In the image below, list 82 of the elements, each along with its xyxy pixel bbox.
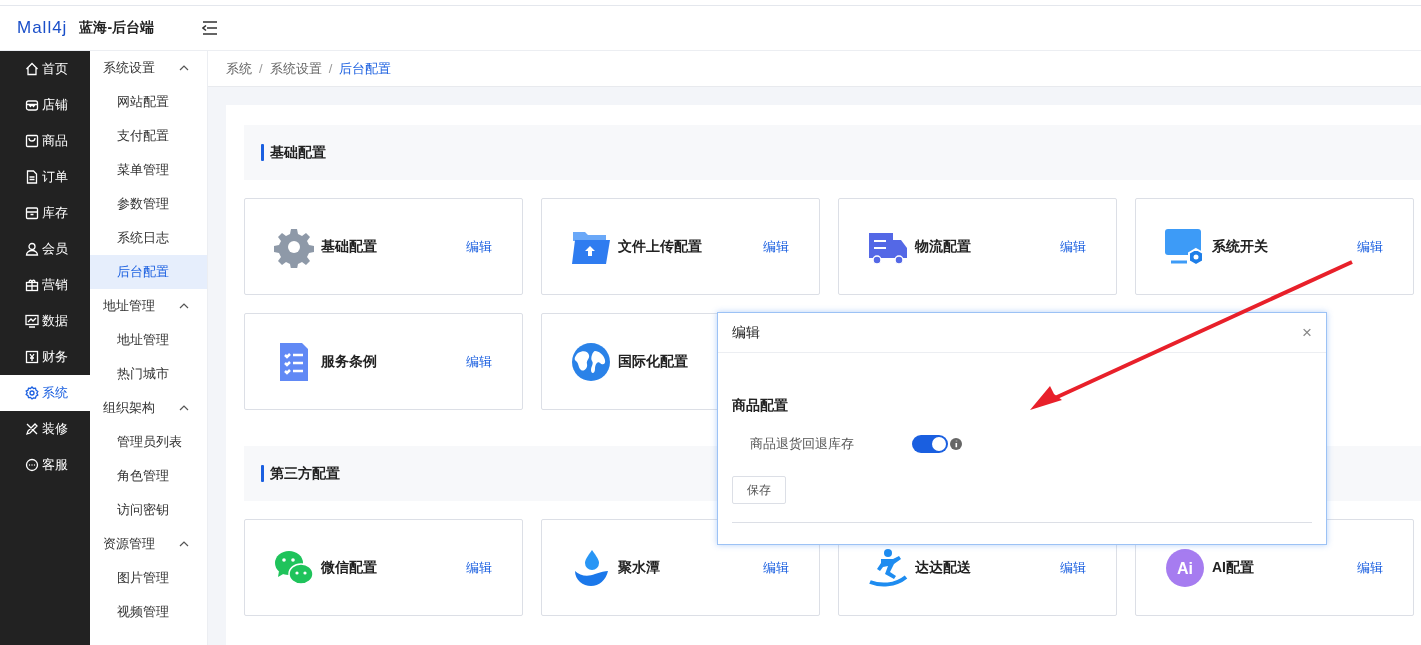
submenu-item[interactable]: 后台配置 (90, 255, 207, 289)
edit-link[interactable]: 编辑 (466, 352, 492, 371)
chart-icon (25, 314, 39, 328)
sidebar-item[interactable]: 首页 (0, 51, 90, 87)
sidebar-item[interactable]: 系统 (0, 375, 90, 411)
submenu-item[interactable]: 菜单管理 (90, 153, 207, 187)
runner-icon (867, 546, 909, 589)
caret-icon (179, 65, 189, 71)
submenu-item[interactable]: 系统日志 (90, 221, 207, 255)
submenu-item[interactable]: 支付配置 (90, 119, 207, 153)
edit-link[interactable]: 编辑 (466, 558, 492, 577)
ai-icon: Ai (1164, 546, 1206, 589)
info-icon[interactable] (950, 438, 962, 450)
sidebar-item[interactable]: 店铺 (0, 87, 90, 123)
edit-link[interactable]: 编辑 (466, 237, 492, 256)
submenu-item[interactable]: 地址管理 (90, 323, 207, 357)
card-title: 达达配送 (915, 558, 972, 577)
submenu-item[interactable]: 热门城市 (90, 357, 207, 391)
settings-icon (25, 386, 39, 400)
sidebar-item[interactable]: 商品 (0, 123, 90, 159)
card-title: 系统开关 (1212, 237, 1269, 256)
store-icon (25, 98, 39, 112)
sidebar-item[interactable]: 订单 (0, 159, 90, 195)
submenu-item[interactable]: 图片管理 (90, 561, 207, 595)
close-button[interactable]: × (1302, 324, 1312, 341)
chat-icon (25, 458, 39, 472)
breadcrumb-item[interactable]: 系统设置 (269, 59, 322, 78)
card-title: 基础配置 (321, 237, 378, 256)
submenu-item[interactable]: 网站配置 (90, 85, 207, 119)
card-title: 服务条例 (321, 352, 378, 371)
edit-link[interactable]: 编辑 (763, 237, 789, 256)
menu-fold-icon[interactable] (202, 21, 219, 35)
submenu-item[interactable]: 视频管理 (90, 595, 207, 629)
card-title: AI配置 (1212, 558, 1255, 577)
card-title: 物流配置 (915, 237, 972, 256)
bag-icon (25, 134, 39, 148)
globe-icon (570, 340, 612, 383)
submenu-group[interactable]: 资源管理 (90, 527, 207, 561)
sidebar-item[interactable]: 库存 (0, 195, 90, 231)
edit-link[interactable]: 编辑 (763, 558, 789, 577)
caret-icon (179, 541, 189, 547)
submenu-group[interactable]: 系统设置 (90, 51, 207, 85)
card-title: 国际化配置 (618, 352, 689, 371)
breadcrumb-separator: / (259, 61, 263, 76)
sidebar-item[interactable]: 客服 (0, 447, 90, 483)
document-icon (25, 170, 39, 184)
brush-icon (25, 422, 39, 436)
sidebar-item[interactable]: 会员 (0, 231, 90, 267)
edit-link[interactable]: 编辑 (1357, 558, 1383, 577)
card-title: 微信配置 (321, 558, 378, 577)
sidebar-item[interactable]: 营销 (0, 267, 90, 303)
submenu-item[interactable]: 访问密钥 (90, 493, 207, 527)
dialog-title: 编辑 (732, 323, 760, 342)
breadcrumb-item[interactable]: 系统 (226, 59, 252, 78)
submenu-item[interactable]: 管理员列表 (90, 425, 207, 459)
submenu-item[interactable]: 角色管理 (90, 459, 207, 493)
section-header: 基础配置 (244, 125, 1421, 180)
card-title: 文件上传配置 (618, 237, 703, 256)
submenu-group[interactable]: 组织架构 (90, 391, 207, 425)
toggle-switch[interactable] (912, 435, 948, 453)
box-icon (25, 206, 39, 220)
sidebar-item[interactable]: 财务 (0, 339, 90, 375)
app-title: 蓝海-后台端 (79, 19, 155, 37)
sidebar-item[interactable]: 装修 (0, 411, 90, 447)
breadcrumb-separator: / (328, 61, 333, 76)
gift-icon (25, 278, 39, 292)
sidebar-item[interactable]: 数据 (0, 303, 90, 339)
home-icon (25, 62, 39, 76)
dialog-section-title: 商品配置 (732, 397, 789, 415)
submenu-group[interactable]: 地址管理 (90, 289, 207, 323)
submenu-item[interactable]: 参数管理 (90, 187, 207, 221)
caret-icon (179, 405, 189, 411)
save-button[interactable]: 保存 (732, 476, 786, 504)
breadcrumb-item[interactable]: 后台配置 (339, 59, 392, 78)
card-title: 聚水潭 (618, 558, 661, 577)
user-icon (25, 242, 39, 256)
logo: Mall4j (17, 18, 68, 38)
edit-link[interactable]: 编辑 (1357, 237, 1383, 256)
edit-link[interactable]: 编辑 (1060, 558, 1086, 577)
money-icon (25, 350, 39, 364)
caret-icon (179, 303, 189, 309)
edit-link[interactable]: 编辑 (1060, 237, 1086, 256)
